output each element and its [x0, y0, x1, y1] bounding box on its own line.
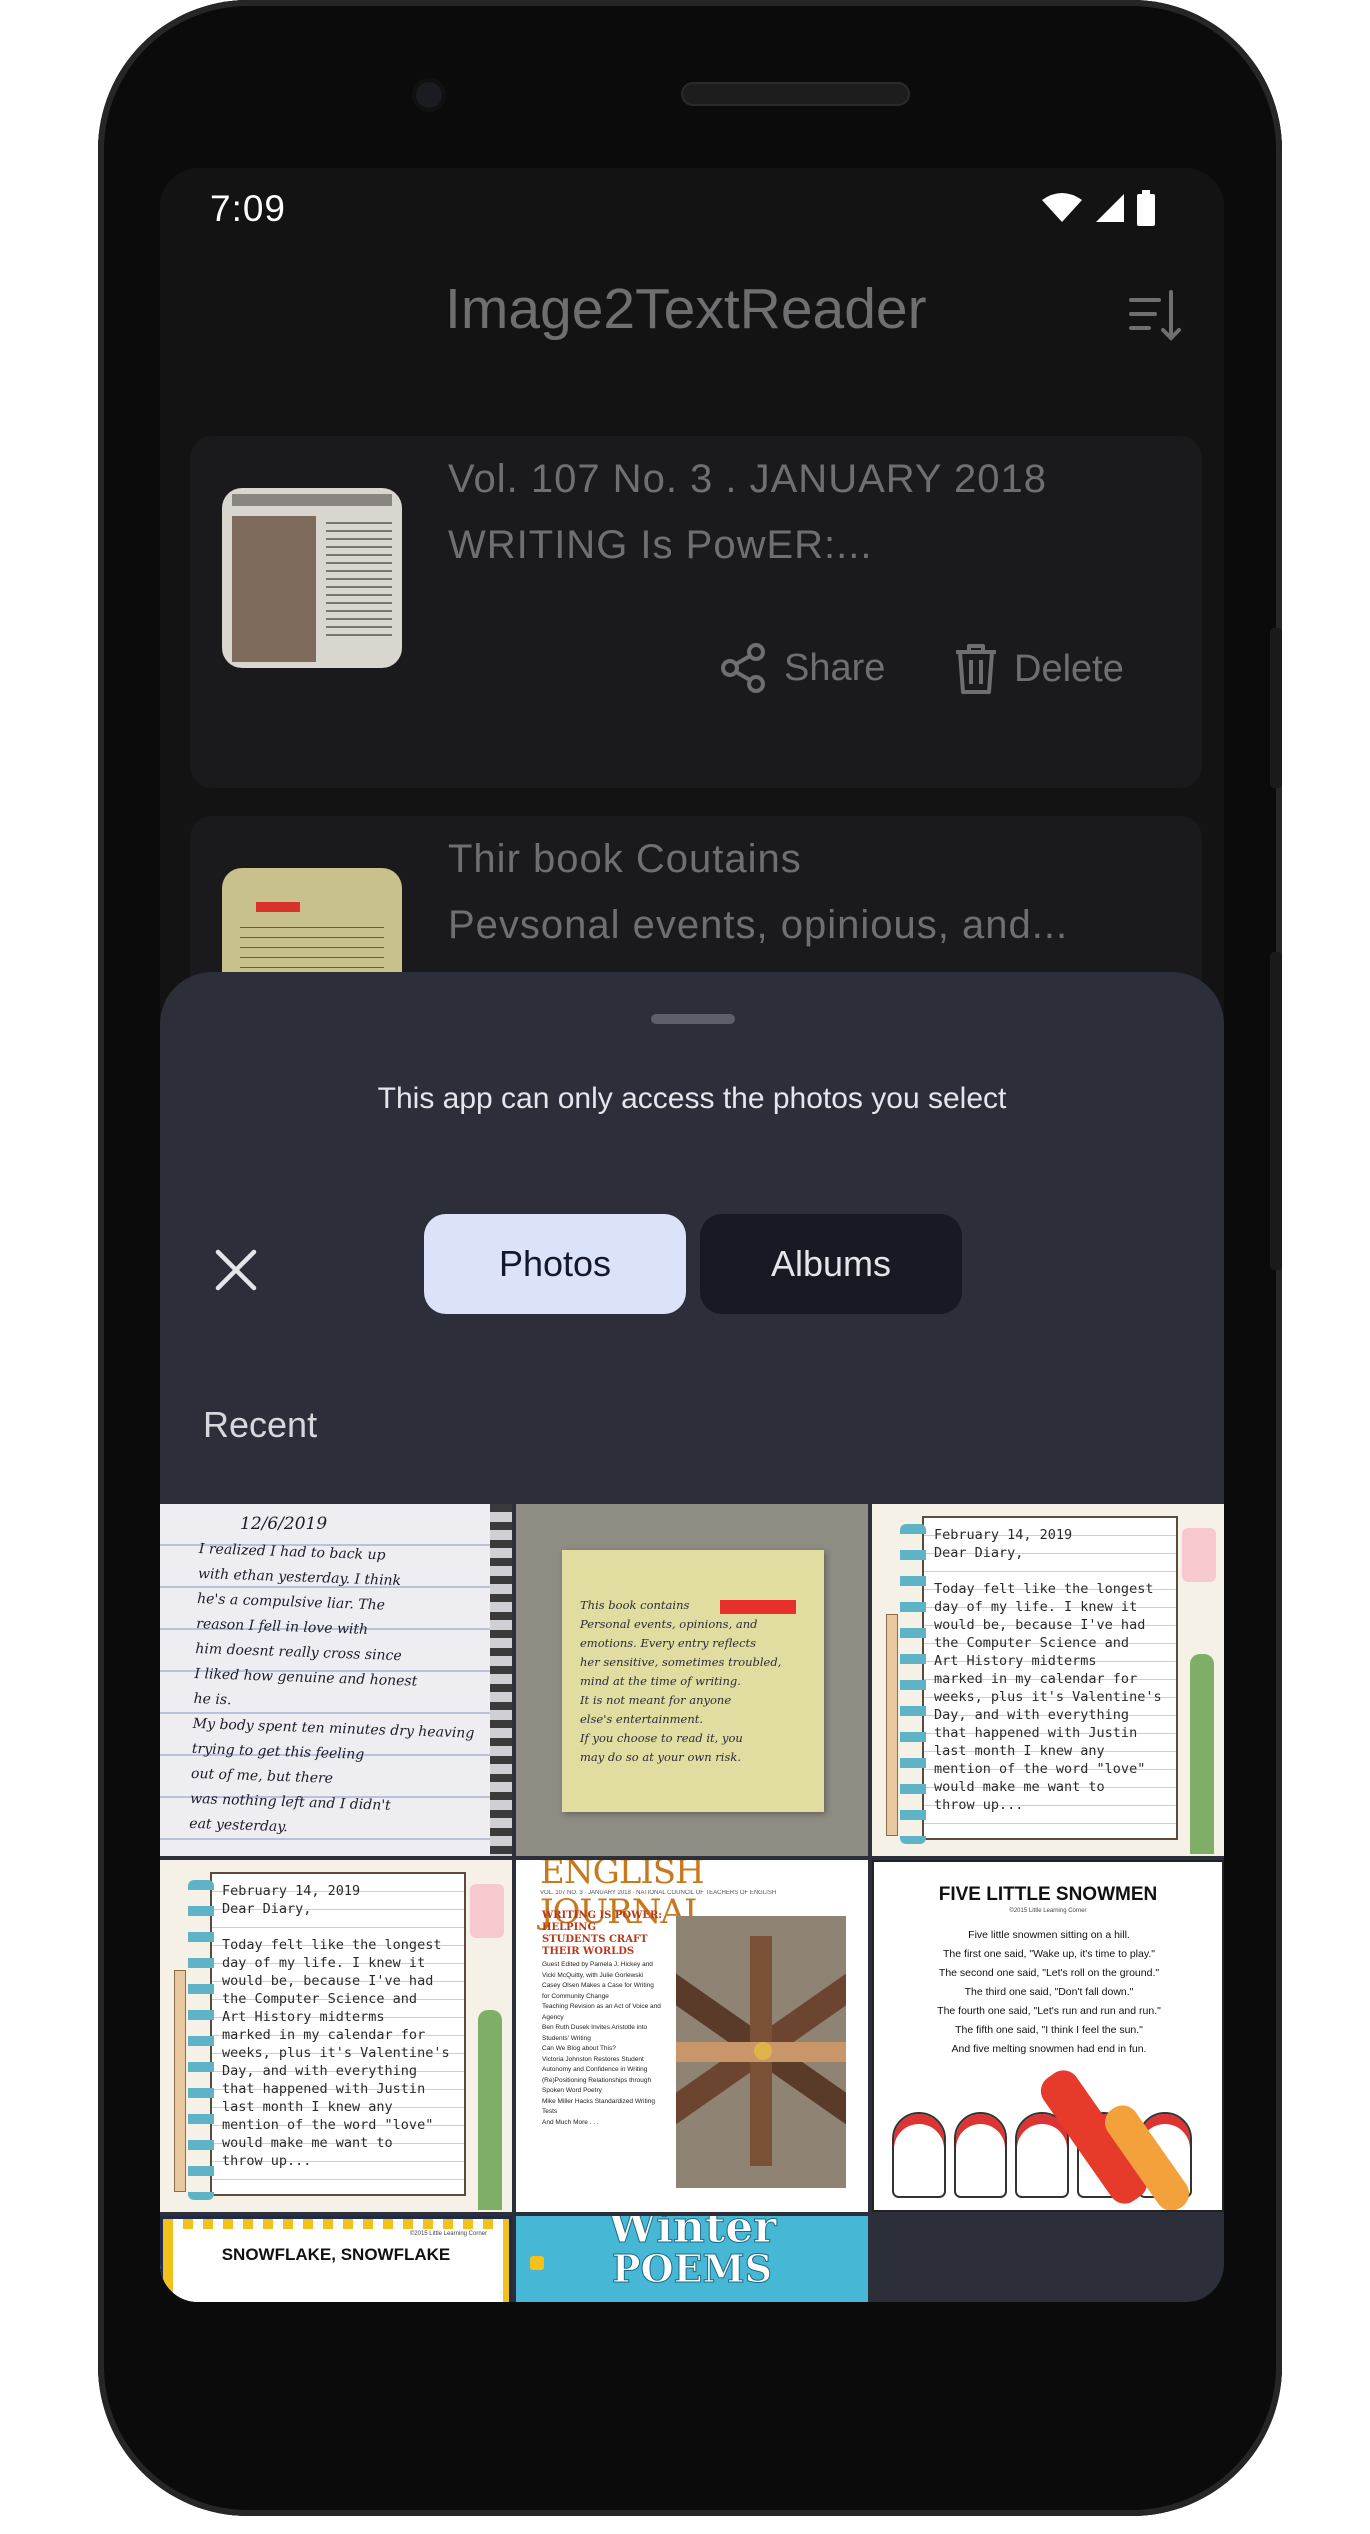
diary-text: I realized I had to back up with ethan y…	[189, 1541, 475, 1836]
card-thumbnail	[222, 488, 402, 668]
status-time: 7:09	[210, 188, 287, 229]
snowmen-credit: ©2015 Little Learning Corner	[1009, 1908, 1087, 1914]
snowflake-title: SNOWFLAKE, SNOWFLAKE	[221, 2245, 451, 2264]
photo-tile-journal[interactable]: February 14, 2019 Dear Diary, Today felt…	[872, 1504, 1224, 1856]
journal-text: February 14, 2019 Dear Diary, Today felt…	[222, 1883, 450, 2169]
card-text-line1: Vol. 107 No. 3 . JANUARY 2018	[448, 457, 1047, 501]
snowmen-poem: Five little snowmen sitting on a hill. T…	[937, 1929, 1161, 2055]
card-text-line1: Thir book Coutains	[448, 837, 802, 881]
trash-icon	[956, 644, 996, 694]
delete-label: Delete	[1014, 647, 1124, 690]
photo-picker-sheet: This app can only access the photos you …	[160, 972, 1224, 2302]
tab-albums[interactable]: Albums	[700, 1214, 962, 1314]
photo-tile-note[interactable]: This book contains Personal events, opin…	[516, 1504, 868, 1856]
card-text-line2: WRITING Is PowER:...	[448, 523, 873, 567]
share-label: Share	[784, 646, 886, 689]
power-button	[1270, 628, 1282, 788]
journal-cover-list: Guest Edited by Pamela J. Hickey and Vic…	[542, 1961, 661, 2126]
earpiece	[681, 82, 910, 106]
diary-date: 12/6/2019	[240, 1514, 328, 1534]
drag-handle[interactable]	[651, 1014, 735, 1024]
winter-subtitle: POEMS	[611, 2246, 773, 2292]
tab-photos[interactable]: Photos	[424, 1214, 686, 1314]
photo-tile-english-journal[interactable]: ENGLISH JOURNAL VOL. 107 NO. 3 · JANUARY…	[516, 1860, 868, 2212]
note-text: This book contains Personal events, opin…	[580, 1598, 782, 1764]
wifi-icon	[1042, 193, 1082, 222]
section-recent: Recent	[203, 1404, 318, 1445]
volume-button	[1270, 952, 1282, 1270]
status-bar: 7:09	[160, 168, 1224, 240]
signal-icon	[1096, 194, 1124, 222]
battery-icon	[1137, 190, 1155, 226]
journal-cover-feature: WRITING IS POWER: HELPING STUDENTS CRAFT…	[542, 1910, 662, 1957]
close-icon[interactable]	[210, 1244, 262, 1296]
front-camera	[412, 78, 446, 112]
screen: 7:09 Image2TextReader Vol. 107 No. 3 . J…	[160, 168, 1224, 2302]
photo-tile-snowmen[interactable]: FIVE LITTLE SNOWMEN ©2015 Little Learnin…	[872, 1860, 1224, 2212]
share-icon	[721, 643, 765, 693]
photo-tile-diary[interactable]: 12/6/2019 I realized I had to back up wi…	[160, 1504, 512, 1856]
hands-photo	[676, 1916, 846, 2188]
photo-tile-winter-poems[interactable]: Winter POEMS	[516, 2216, 868, 2302]
journal-text: February 14, 2019 Dear Diary, Today felt…	[934, 1527, 1162, 1813]
access-message: This app can only access the photos you …	[377, 1082, 1007, 1115]
history-card[interactable]: Vol. 107 No. 3 . JANUARY 2018 WRITING Is…	[190, 436, 1202, 788]
photo-tile-snowflake[interactable]: ©2015 Little Learning Corner SNOWFLAKE, …	[160, 2216, 512, 2302]
sort-icon[interactable]	[1125, 286, 1185, 346]
card-text-line2: Pevsonal events, opinious, and...	[448, 903, 1069, 947]
share-button[interactable]: Share	[718, 642, 885, 694]
app-title: Image2TextReader	[445, 277, 927, 341]
delete-button[interactable]: Delete	[952, 642, 1124, 696]
snowmen-title: FIVE LITTLE SNOWMEN	[938, 1884, 1158, 1905]
journal-cover-header: VOL. 107 NO. 3 · JANUARY 2018 · NATIONAL…	[540, 1890, 777, 1896]
photo-tile-journal[interactable]: February 14, 2019 Dear Diary, Today felt…	[160, 1860, 512, 2212]
snowflake-credit: ©2015 Little Learning Corner	[409, 2231, 487, 2237]
